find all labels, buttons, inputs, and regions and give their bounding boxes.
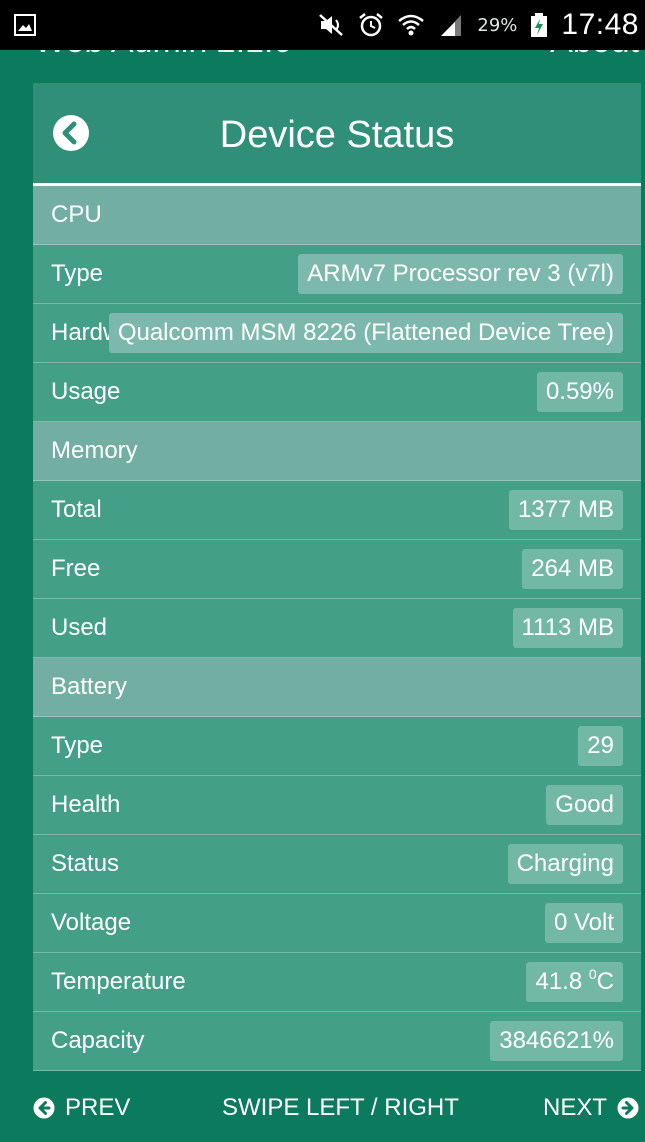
row-label: Status — [51, 850, 120, 877]
temperature-value: 41.8 0C — [526, 962, 623, 1002]
temperature-superscript: 0 — [588, 966, 597, 982]
row-label: Capacity — [51, 1027, 145, 1054]
list-item: Voltage 0 Volt — [33, 894, 641, 953]
list-item: Status Charging — [33, 835, 641, 894]
list-item: Health Good — [33, 776, 641, 835]
list-item: Capacity 3846621% — [33, 1012, 641, 1071]
status-list: CPU Type ARMv7 Processor rev 3 (v7l) Har… — [33, 186, 641, 1071]
prev-button[interactable]: PREV — [33, 1083, 130, 1133]
row-label: Total — [51, 496, 102, 523]
pager-footer: PREV SWIPE LEFT / RIGHT NEXT — [0, 1083, 645, 1133]
device-status-card: Device Status CPU Type ARMv7 Processor r… — [33, 83, 641, 1071]
clock: 17:48 — [561, 8, 639, 41]
row-value: 1113 MB — [512, 608, 623, 648]
row-value: 1377 MB — [508, 490, 623, 530]
arrow-right-circle-icon — [617, 1097, 639, 1119]
battery-percent: 29% — [477, 14, 518, 36]
alarm-icon — [359, 13, 384, 37]
about-link[interactable]: About — [550, 50, 639, 60]
section-title: Battery — [51, 673, 128, 700]
screenshot-icon — [14, 14, 36, 36]
row-label: Voltage — [51, 909, 132, 936]
temperature-unit: C — [596, 968, 614, 995]
next-button[interactable]: NEXT — [543, 1083, 639, 1133]
list-item: Temperature 41.8 0C — [33, 953, 641, 1012]
list-item: Type ARMv7 Processor rev 3 (v7l) — [33, 245, 641, 304]
next-label: NEXT — [542, 1094, 607, 1121]
row-value: Good — [546, 785, 623, 825]
app-version-label[interactable]: Web Admin 2.1.0 — [34, 50, 292, 60]
section-title: Memory — [51, 437, 138, 464]
row-label: Usage — [51, 378, 121, 405]
list-item: Used 1113 MB — [33, 599, 641, 658]
page-title: Device Status — [219, 114, 455, 156]
section-header-cpu: CPU — [33, 186, 641, 245]
row-label: Free — [51, 555, 101, 582]
signal-icon — [441, 15, 462, 36]
section-header-battery: Battery — [33, 658, 641, 717]
app-header: Web Admin 2.1.0 About — [0, 50, 645, 60]
row-value: Qualcomm MSM 8226 (Flattened Device Tree… — [108, 313, 623, 353]
list-item: Free 264 MB — [33, 540, 641, 599]
row-label: Type — [51, 260, 104, 287]
row-value: Charging — [507, 844, 623, 884]
row-value: 29 — [578, 726, 623, 766]
list-item: Type 29 — [33, 717, 641, 776]
prev-label: PREV — [65, 1094, 131, 1121]
row-value: 3846621% — [490, 1021, 623, 1061]
wifi-icon — [398, 14, 425, 36]
row-value: 0 Volt — [544, 903, 623, 943]
section-title: CPU — [51, 201, 102, 228]
temperature-number: 41.8 — [535, 968, 583, 995]
status-bar: 29% 17:48 — [0, 0, 645, 50]
list-item: Usage 0.59% — [33, 363, 641, 422]
app-screen: 29% 17:48 Web Admin 2.1.0 About Device S… — [0, 0, 645, 1142]
row-value: ARMv7 Processor rev 3 (v7l) — [298, 254, 623, 294]
card-header: Device Status — [33, 83, 641, 183]
section-header-memory: Memory — [33, 422, 641, 481]
battery-charging-icon — [531, 13, 548, 37]
row-label: Temperature — [51, 968, 186, 995]
status-icons: 29% 17:48 — [317, 8, 639, 42]
list-item: Hardware Qualcomm MSM 8226 (Flattened De… — [33, 304, 641, 363]
mute-icon — [319, 14, 344, 36]
row-label: Health — [51, 791, 121, 818]
row-value: 0.59% — [536, 372, 623, 412]
list-item: Total 1377 MB — [33, 481, 641, 540]
row-label: Used — [51, 614, 108, 641]
row-value: 264 MB — [522, 549, 623, 589]
swipe-hint: SWIPE LEFT / RIGHT — [222, 1094, 459, 1121]
arrow-left-circle-icon — [33, 1097, 55, 1119]
row-label: Type — [51, 732, 104, 759]
